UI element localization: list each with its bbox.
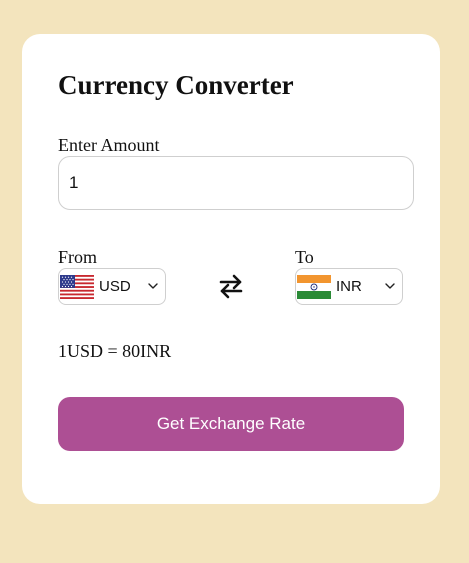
- to-label: To: [295, 247, 314, 267]
- to-currency-code: INR: [336, 278, 362, 295]
- from-currency-code: USD: [99, 278, 131, 295]
- to-currency-select[interactable]: INR: [295, 268, 403, 305]
- us-flag-icon: [60, 275, 94, 299]
- page-title: Currency Converter: [58, 70, 294, 100]
- get-exchange-rate-button[interactable]: Get Exchange Rate: [58, 397, 404, 451]
- amount-label: Enter Amount: [58, 135, 160, 155]
- exchange-rate-result: 1USD = 80INR: [58, 341, 172, 361]
- from-label: From: [58, 247, 98, 267]
- converter-card: Currency Converter Enter Amount From To …: [22, 34, 440, 504]
- amount-input[interactable]: [58, 156, 414, 210]
- chevron-down-icon: [148, 283, 158, 289]
- from-currency-select[interactable]: USD: [58, 268, 166, 305]
- swap-arrows-icon[interactable]: [217, 272, 245, 300]
- india-flag-icon: [297, 275, 331, 299]
- chevron-down-icon: [385, 283, 395, 289]
